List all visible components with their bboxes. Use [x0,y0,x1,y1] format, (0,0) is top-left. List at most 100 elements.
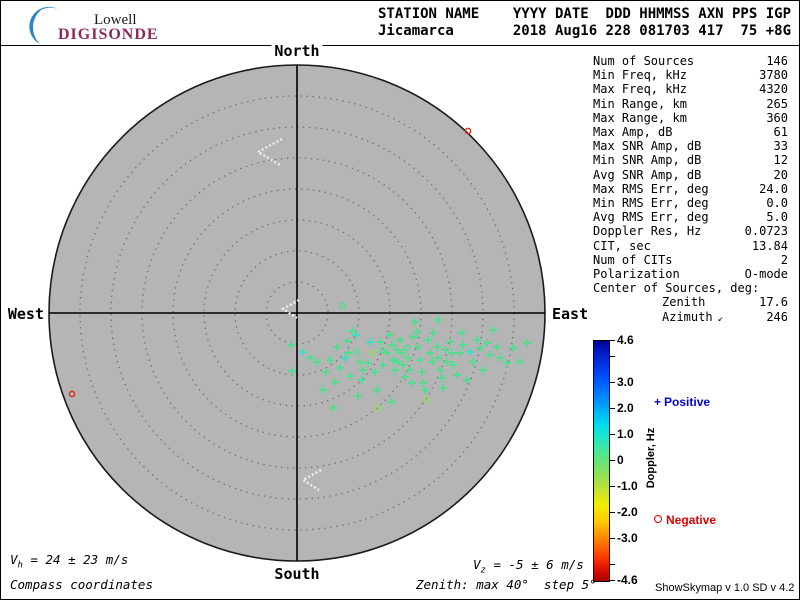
colorbar-tick-label: 4.6 [617,333,634,347]
zenith-scale-label: Zenith: max 40° step 5° [416,577,597,592]
colorbar-tick [609,460,615,461]
stat-value: 20 [774,168,788,182]
stat-row: Center of Sources, deg: [593,281,788,295]
stat-value: 0.0723 [745,224,788,238]
colorbar-tick [609,340,615,341]
stat-label: Center of Sources, deg: [593,281,759,295]
colorbar-tick-label: 2.0 [617,401,634,415]
stat-row: Avg SNR Amp, dB 20 [593,168,788,182]
stat-label: Doppler Res, Hz [593,224,701,238]
stat-row: Min Range, km 265 [593,97,788,111]
negative-label: Negative [666,513,716,527]
colorbar-tick [609,434,615,435]
stat-label: Min SNR Amp, dB [593,153,701,167]
colorbar-tick [609,512,615,513]
colorbar-title: Doppler, Hz [645,428,657,489]
azimuth-arrow-icon: ↙ [713,314,723,324]
colorbar-tick-label: -3.0 [617,531,638,545]
colorbar-tick-label: 1.0 [617,427,634,441]
stat-value: 17.6 [759,295,788,309]
measurement-stats-panel: Num of Sources146Min Freq, kHz3780Max Fr… [593,54,788,326]
colorbar-tick-label: 0 [617,453,624,467]
stat-row: Max RMS Err, deg 24.0 [593,182,788,196]
plus-marker-icon: + [654,395,661,409]
compass-label-east: East [552,305,588,323]
colorbar-tick [609,580,615,581]
stat-row: Min SNR Amp, dB 12 [593,153,788,167]
stat-row: Max Freq, kHz 4320 [593,82,788,96]
stat-label: Avg SNR Amp, dB [593,168,701,182]
stat-label: Min Range, km [593,97,687,111]
stat-value: 0.0 [766,196,788,210]
stat-label: Num of CITs [593,253,672,267]
coordinates-mode-label: Compass coordinates [10,577,153,592]
stat-label: Azimuth↙ [593,310,723,326]
compass-label-west: West [6,305,44,323]
stat-row: Max Amp, dB 61 [593,125,788,139]
stat-label: Max Range, km [593,111,687,125]
positive-label: Positive [664,395,710,409]
stat-value: 61 [774,125,788,139]
circle-marker-icon [654,515,662,523]
stat-label: Max SNR Amp, dB [593,139,701,153]
colorbar-tick-label: -1.0 [617,479,638,493]
stat-label: Num of Sources [593,54,694,68]
horizontal-velocity-value: Vh = 24 ± 23 m/s [10,552,128,571]
positive-doppler-legend: +Positive [654,395,710,409]
colorbar-tick-label: 3.0 [617,375,634,389]
negative-doppler-legend: Negative [654,513,716,527]
stat-row: Doppler Res, Hz 0.0723 [593,224,788,238]
colorbar-tick [609,486,615,487]
stat-row: Polarization O-mode [593,267,788,281]
stat-row: Zenith 17.6 [593,295,788,309]
stat-row: CIT, sec 13.84 [593,239,788,253]
colorbar-tick-label: -2.0 [617,505,638,519]
station-header: STATION NAME YYYY DATE DDD HHMMSS AXN PP… [378,6,791,40]
stat-row: Num of CITs 2 [593,253,788,267]
colorbar-tick [609,538,615,539]
colorbar-tick [609,356,615,357]
stat-value: 5.0 [766,210,788,224]
stat-value: 4320 [759,82,788,96]
stat-label: Max RMS Err, deg [593,182,709,196]
stat-row: Azimuth↙ 246 [593,310,788,326]
colorbar-tick [609,408,615,409]
stat-value: 2 [781,253,788,267]
stat-label: Zenith [593,295,705,309]
colorbar-tick-label: -4.6 [617,573,638,587]
logo-text-digisonde: DIGISONDE [58,26,159,44]
colorbar-tick [609,382,615,383]
stat-label: Max Freq, kHz [593,82,687,96]
stat-value: 246 [766,310,788,326]
stat-label: Min Freq, kHz [593,68,687,82]
stat-row: Max SNR Amp, dB 33 [593,139,788,153]
stat-value: 3780 [759,68,788,82]
stat-row: Max Range, km 360 [593,111,788,125]
stat-label: Min RMS Err, deg [593,196,709,210]
stat-value: 265 [766,97,788,111]
stat-row: Num of Sources 146 [593,54,788,68]
stat-label: Polarization [593,267,680,281]
stat-row: Min RMS Err, deg 0.0 [593,196,788,210]
colorbar-tick [609,564,615,565]
stat-label: Avg RMS Err, deg [593,210,709,224]
stat-label: CIT, sec [593,239,651,253]
doppler-colorbar [593,340,610,582]
stat-value: 12 [774,153,788,167]
stat-value: 24.0 [759,182,788,196]
header-columns-row: STATION NAME YYYY DATE DDD HHMMSS AXN PP… [378,6,791,22]
header-values-row: Jicamarca 2018 Aug16 228 081703 417 75 +… [378,23,791,39]
stat-row: Min Freq, kHz 3780 [593,68,788,82]
stat-label: Max Amp, dB [593,125,672,139]
stat-value: 146 [766,54,788,68]
compass-label-north: North [271,42,322,60]
software-version-label: ShowSkymap v 1.0 SD v 4.2 [655,582,794,594]
stat-value: O-mode [745,267,788,281]
lowell-digisonde-logo: Lowell DIGISONDE [28,4,178,44]
vertical-velocity-value: Vz = -5 ± 6 m/s [473,557,584,576]
compass-label-south: South [274,565,319,583]
stat-row: Avg RMS Err, deg 5.0 [593,210,788,224]
stat-value: 33 [774,139,788,153]
stat-value: 13.84 [752,239,788,253]
stat-value: 360 [766,111,788,125]
